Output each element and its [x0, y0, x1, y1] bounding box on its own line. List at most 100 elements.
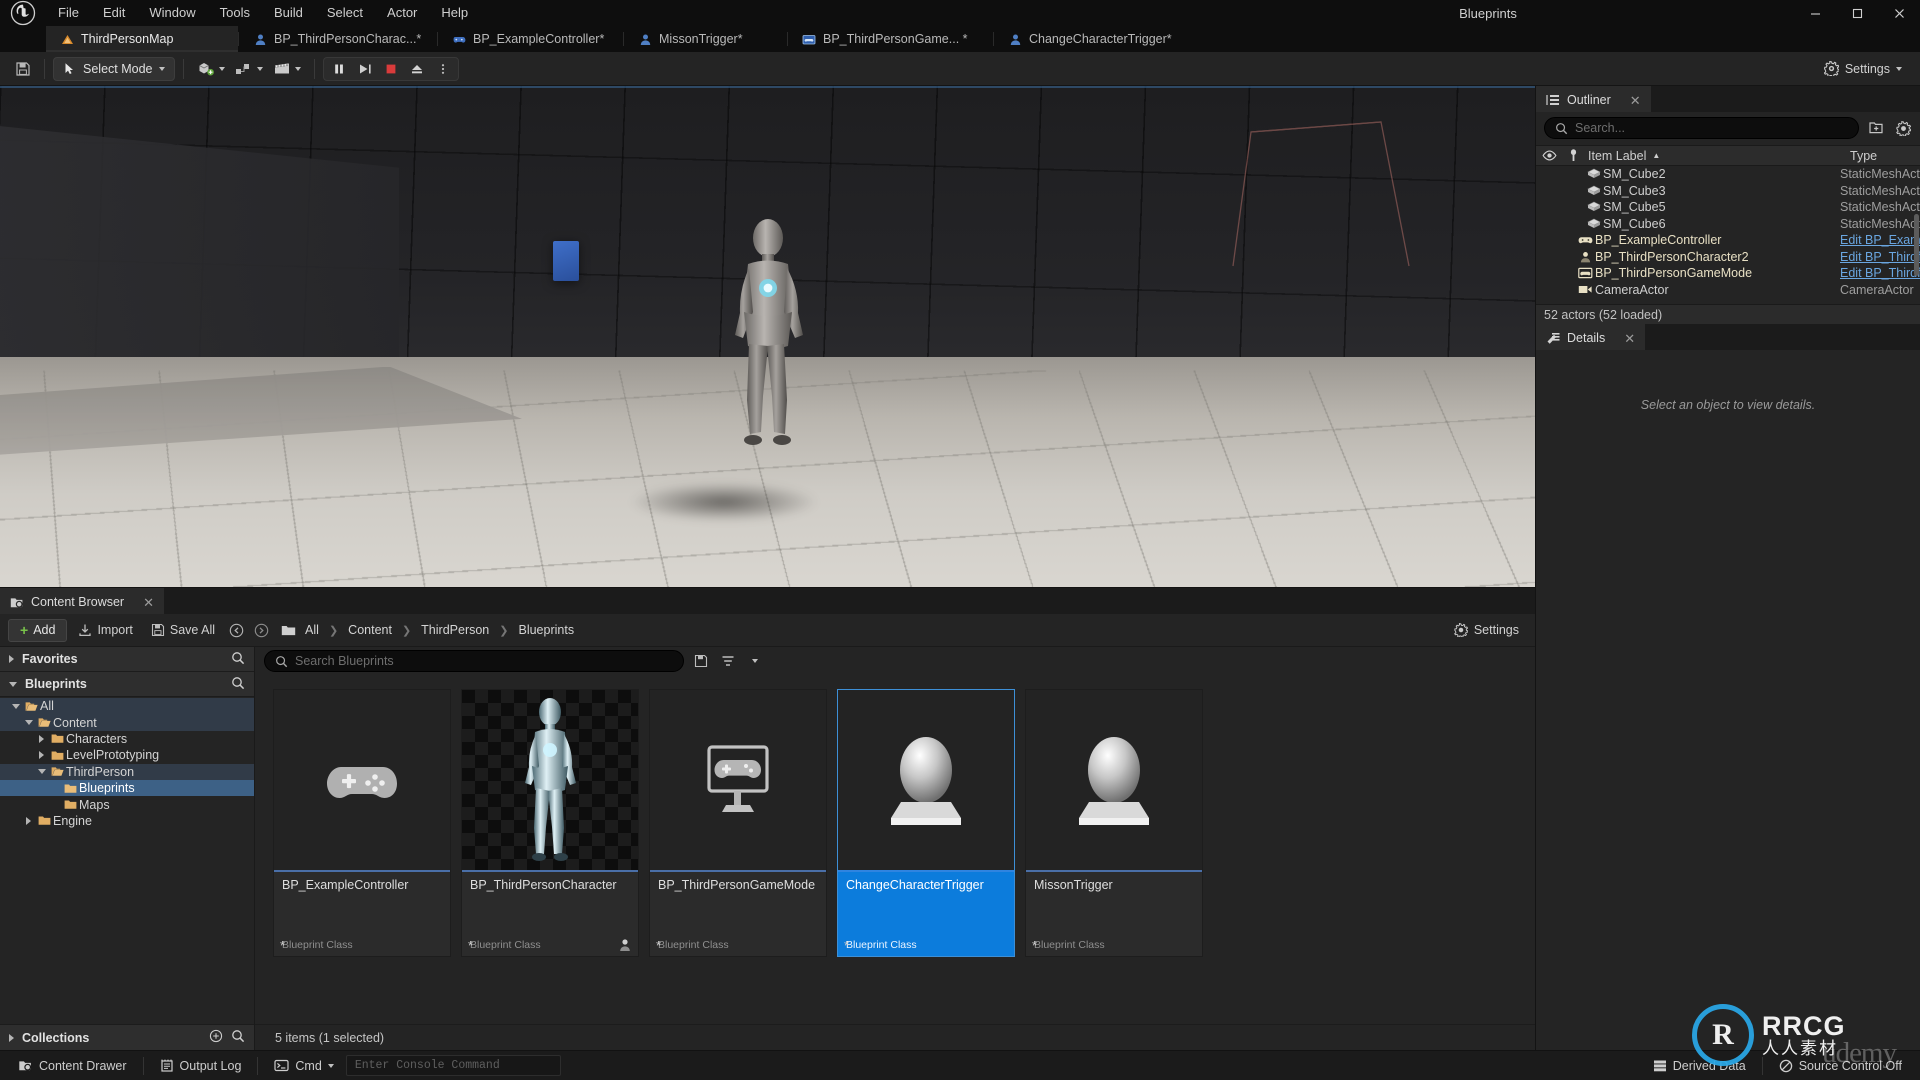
asset-tile-changecharactertrigger[interactable]: * ChangeCharacterTrigger Blueprint Class	[837, 689, 1015, 957]
asset-tile-missontrigger[interactable]: * MissonTrigger Blueprint Class	[1025, 689, 1203, 957]
derived-data-button[interactable]: Derived Data	[1643, 1055, 1756, 1077]
breadcrumb-blueprints[interactable]: Blueprints	[515, 623, 577, 637]
search-icon[interactable]	[231, 676, 245, 693]
tab-content-browser[interactable]: Content Browser ✕	[0, 588, 165, 614]
outliner-search-box[interactable]	[1544, 117, 1859, 139]
menu-help[interactable]: Help	[429, 0, 480, 26]
save-search-button[interactable]	[691, 651, 711, 671]
toolbar-settings-button[interactable]: Settings	[1816, 57, 1910, 81]
asset-tile-bp-thirdpersoncharacter[interactable]: * BP_ThirdPersonCharacter Blueprint Clas…	[461, 689, 639, 957]
tree-node-content[interactable]: Content	[0, 714, 254, 731]
add-collection-icon[interactable]	[209, 1029, 223, 1046]
tab-details[interactable]: Details ✕	[1536, 324, 1646, 350]
add-folder-button[interactable]	[1866, 118, 1886, 138]
outliner-row-bp-examplecontroller[interactable]: BP_ExampleController Edit BP_Examp	[1536, 232, 1920, 249]
close-icon[interactable]: ✕	[143, 596, 154, 609]
stop-button[interactable]	[378, 58, 404, 80]
breadcrumb-content[interactable]: Content	[345, 623, 395, 637]
eject-button[interactable]	[404, 58, 430, 80]
tree-node-levelprototyping[interactable]: LevelPrototyping	[0, 747, 254, 763]
outliner-settings-button[interactable]	[1893, 118, 1913, 138]
import-button[interactable]: Import	[71, 619, 139, 642]
menu-window[interactable]: Window	[137, 0, 207, 26]
menu-build[interactable]: Build	[262, 0, 315, 26]
visibility-column-header[interactable]	[1536, 150, 1562, 161]
tree-node-engine[interactable]: Engine	[0, 813, 254, 829]
unreal-logo-icon[interactable]	[0, 0, 46, 26]
menu-edit[interactable]: Edit	[91, 0, 137, 26]
outliner-search-input[interactable]	[1575, 121, 1848, 135]
cmd-dropdown[interactable]: Cmd	[264, 1055, 343, 1077]
add-button[interactable]: + Add	[8, 618, 68, 642]
tab-bp-examplecontroller[interactable]: BP_ExampleController*	[438, 26, 623, 52]
pause-button[interactable]	[326, 58, 352, 80]
outliner-row-sm-cube3[interactable]: SM_Cube3 StaticMeshAct	[1536, 183, 1920, 200]
tab-bp-thirdpersongamemode[interactable]: BP_ThirdPersonGame... *	[788, 26, 993, 52]
tab-bp-thirdpersoncharacter[interactable]: BP_ThirdPersonCharac...*	[239, 26, 437, 52]
minimize-button[interactable]	[1794, 0, 1836, 26]
menu-actor[interactable]: Actor	[375, 0, 429, 26]
tree-node-all[interactable]: All	[0, 698, 254, 715]
chevron-down-icon[interactable]	[34, 769, 49, 775]
chevron-right-icon[interactable]	[21, 816, 36, 825]
tree-node-maps[interactable]: Maps	[0, 796, 254, 812]
level-viewport[interactable]	[0, 86, 1535, 588]
search-icon[interactable]	[231, 651, 245, 668]
outliner-item-edit-link[interactable]: Edit BP_Thirdf	[1840, 266, 1920, 280]
chevron-down-icon[interactable]	[21, 720, 36, 726]
tab-outliner[interactable]: Outliner ✕	[1536, 86, 1651, 112]
play-button[interactable]	[352, 58, 378, 80]
outliner-item-edit-link[interactable]: Edit BP_Thirdf	[1840, 250, 1920, 264]
chevron-down-icon[interactable]	[8, 703, 23, 709]
outliner-row-bp-thirdpersongamemode[interactable]: BP_ThirdPersonGameMode Edit BP_Thirdf	[1536, 265, 1920, 282]
outliner-row-sm-cube2[interactable]: SM_Cube2 StaticMeshAct	[1536, 166, 1920, 183]
menu-file[interactable]: File	[46, 0, 91, 26]
tree-node-blueprints[interactable]: Blueprints	[0, 779, 254, 797]
tree-node-characters[interactable]: Characters	[0, 731, 254, 747]
save-all-button[interactable]: Save All	[144, 619, 222, 642]
viewport-blue-cube[interactable]	[552, 241, 579, 282]
viewport-mannequin-character[interactable]	[714, 216, 822, 466]
maximize-button[interactable]	[1836, 0, 1878, 26]
select-mode-dropdown[interactable]: Select Mode	[53, 56, 176, 81]
item-label-column-header[interactable]: Item Label ▲	[1584, 149, 1844, 163]
blueprint-button[interactable]	[230, 57, 268, 81]
outliner-scrollbar[interactable]	[1914, 214, 1919, 276]
tab-missontrigger[interactable]: MissonTrigger*	[624, 26, 787, 52]
filters-button[interactable]	[718, 651, 738, 671]
outliner-row-cameraactor[interactable]: CameraActor CameraActor	[1536, 282, 1920, 299]
close-button[interactable]	[1878, 0, 1920, 26]
close-icon[interactable]: ✕	[1624, 332, 1635, 345]
pin-column-header[interactable]	[1562, 149, 1584, 162]
cinematics-button[interactable]	[268, 57, 306, 81]
asset-tile-bp-thirdpersongamemode[interactable]: * BP_ThirdPersonGameMode Blueprint Class	[649, 689, 827, 957]
outliner-list[interactable]: SM_Cube2 StaticMeshAct SM_Cube3 StaticMe…	[1536, 166, 1920, 304]
breadcrumb-thirdperson[interactable]: ThirdPerson	[418, 623, 492, 637]
output-log-button[interactable]: Output Log	[150, 1055, 252, 1077]
tree-node-thirdperson[interactable]: ThirdPerson	[0, 763, 254, 780]
asset-tile-bp-examplecontroller[interactable]: * BP_ExampleController Blueprint Class	[273, 689, 451, 957]
search-blueprints-box[interactable]	[264, 650, 684, 672]
section-blueprints[interactable]: Blueprints	[0, 672, 254, 697]
forward-button[interactable]	[251, 619, 272, 642]
section-collections[interactable]: Collections	[0, 1024, 254, 1050]
search-input[interactable]	[295, 654, 673, 668]
content-drawer-button[interactable]: Content Drawer	[8, 1055, 137, 1077]
tab-thirdpersonmap[interactable]: ThirdPersonMap	[46, 26, 238, 52]
type-column-header[interactable]: Type	[1844, 149, 1920, 163]
back-button[interactable]	[226, 619, 247, 642]
outliner-row-sm-cube6[interactable]: SM_Cube6 StaticMeshAct	[1536, 216, 1920, 233]
filters-dropdown[interactable]	[745, 651, 765, 671]
more-options-button[interactable]	[430, 58, 456, 80]
search-icon[interactable]	[231, 1029, 245, 1046]
outliner-item-edit-link[interactable]: Edit BP_Examp	[1840, 233, 1920, 247]
console-command-input[interactable]	[345, 1055, 561, 1076]
save-button[interactable]	[10, 57, 36, 81]
menu-tools[interactable]: Tools	[208, 0, 262, 26]
breadcrumb-all[interactable]: All	[302, 623, 322, 637]
content-browser-settings-button[interactable]: Settings	[1446, 619, 1527, 642]
chevron-right-icon[interactable]	[34, 751, 49, 760]
tab-changecharactertrigger[interactable]: ChangeCharacterTrigger*	[994, 26, 1189, 52]
add-actor-button[interactable]	[192, 57, 230, 81]
outliner-row-bp-thirdpersoncharacter2[interactable]: BP_ThirdPersonCharacter2 Edit BP_Thirdf	[1536, 249, 1920, 266]
